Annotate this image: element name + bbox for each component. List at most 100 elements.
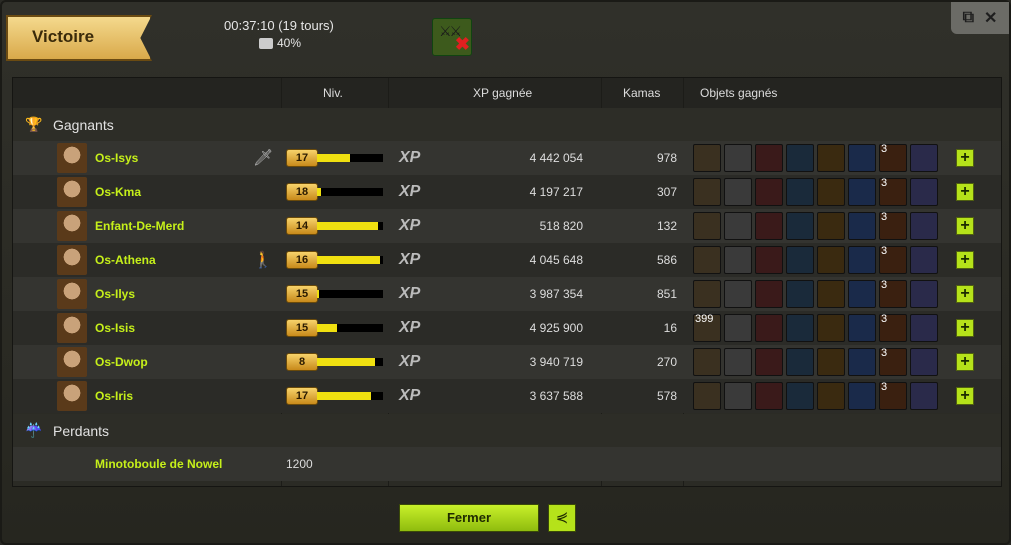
item-quantity: 3 <box>881 245 888 257</box>
chest-item-icon[interactable] <box>848 212 876 240</box>
level-progress-bar <box>317 188 383 196</box>
table-row: Os-Athena 🚶 16 XP 4 045 648 586 3 + <box>13 243 1001 277</box>
berry-item-icon[interactable] <box>755 144 783 172</box>
chest-item-icon[interactable] <box>848 246 876 274</box>
level-badge: 17 <box>286 149 318 167</box>
coin-item-icon[interactable] <box>817 246 845 274</box>
more-items-button[interactable]: + <box>956 217 974 235</box>
more-items-button[interactable]: + <box>956 387 974 405</box>
wand-item-icon[interactable] <box>786 382 814 410</box>
more-items-button[interactable]: + <box>956 319 974 337</box>
hammer-item-icon[interactable] <box>693 178 721 206</box>
feather-item-icon[interactable] <box>724 348 752 376</box>
wand-item-icon[interactable] <box>786 246 814 274</box>
wand-item-icon[interactable] <box>786 178 814 206</box>
gift-item-icon[interactable]: 3 <box>879 177 907 206</box>
more-items-button[interactable]: + <box>956 251 974 269</box>
bag-item-icon[interactable] <box>910 212 938 240</box>
gift-item-icon[interactable]: 3 <box>879 211 907 240</box>
chest-item-icon[interactable] <box>848 314 876 342</box>
more-items-button[interactable]: + <box>956 285 974 303</box>
berry-item-icon[interactable] <box>755 178 783 206</box>
hammer-item-icon[interactable] <box>693 246 721 274</box>
table-row: Os-Isys 🗡 17 XP 4 442 054 978 3 + <box>13 141 1001 175</box>
berry-item-icon[interactable] <box>755 246 783 274</box>
chest-item-icon[interactable] <box>848 382 876 410</box>
player-name[interactable]: Os-Dwop <box>95 355 148 369</box>
feather-item-icon[interactable] <box>724 314 752 342</box>
wand-item-icon[interactable] <box>786 212 814 240</box>
hammer-item-icon[interactable] <box>693 144 721 172</box>
coin-item-icon[interactable] <box>817 212 845 240</box>
item-quantity: 3 <box>881 381 888 393</box>
feather-item-icon[interactable] <box>724 280 752 308</box>
gift-item-icon[interactable]: 3 <box>879 381 907 410</box>
xp-value: 3 987 354 <box>529 287 583 301</box>
feather-item-icon[interactable] <box>724 246 752 274</box>
bag-item-icon[interactable] <box>910 178 938 206</box>
player-name[interactable]: Os-Iris <box>95 389 133 403</box>
wand-item-icon[interactable] <box>786 314 814 342</box>
hammer-item-icon[interactable] <box>693 280 721 308</box>
coin-item-icon[interactable] <box>817 178 845 206</box>
share-button[interactable]: ⋞ <box>548 504 576 532</box>
wand-item-icon[interactable] <box>786 348 814 376</box>
hammer-item-icon[interactable] <box>693 382 721 410</box>
close-icon[interactable]: ✕ <box>984 8 997 28</box>
wand-item-icon[interactable] <box>786 280 814 308</box>
level-progress-fill <box>317 358 376 366</box>
berry-item-icon[interactable] <box>755 348 783 376</box>
bag-item-icon[interactable] <box>910 280 938 308</box>
level-progress-bar <box>317 324 383 332</box>
player-name[interactable]: Os-Isis <box>95 321 135 335</box>
coin-item-icon[interactable] <box>817 314 845 342</box>
berry-item-icon[interactable] <box>755 212 783 240</box>
berry-item-icon[interactable] <box>755 314 783 342</box>
bag-item-icon[interactable] <box>910 382 938 410</box>
level-progress-bar <box>317 222 383 230</box>
kamas-value: 270 <box>656 355 677 369</box>
hammer-item-icon[interactable]: 399 <box>693 313 721 342</box>
berry-item-icon[interactable] <box>755 382 783 410</box>
more-items-button[interactable]: + <box>956 353 974 371</box>
hammer-item-icon[interactable] <box>693 212 721 240</box>
feather-item-icon[interactable] <box>724 178 752 206</box>
gift-item-icon[interactable]: 3 <box>879 143 907 172</box>
gift-item-icon[interactable]: 3 <box>879 245 907 274</box>
bag-item-icon[interactable] <box>910 348 938 376</box>
gift-item-icon[interactable]: 3 <box>879 347 907 376</box>
wand-item-icon[interactable] <box>786 144 814 172</box>
bag-item-icon[interactable] <box>910 144 938 172</box>
bag-item-icon[interactable] <box>910 246 938 274</box>
close-button[interactable]: Fermer <box>399 504 539 532</box>
feather-item-icon[interactable] <box>724 212 752 240</box>
berry-item-icon[interactable] <box>755 280 783 308</box>
fight-summary-icon[interactable]: ⚔⚔ ✖ <box>432 18 472 56</box>
detach-icon[interactable]: ⧉ <box>963 9 974 27</box>
feather-item-icon[interactable] <box>724 144 752 172</box>
player-name[interactable]: Os-Kma <box>95 185 141 199</box>
coin-item-icon[interactable] <box>817 382 845 410</box>
chest-item-icon[interactable] <box>848 178 876 206</box>
player-name[interactable]: Os-Isys <box>95 151 138 165</box>
loser-name[interactable]: Minotoboule de Nowel <box>95 457 222 471</box>
player-name[interactable]: Os-Ilys <box>95 287 135 301</box>
more-items-button[interactable]: + <box>956 183 974 201</box>
avatar <box>57 245 87 275</box>
chest-item-icon[interactable] <box>848 280 876 308</box>
gift-item-icon[interactable]: 3 <box>879 313 907 342</box>
player-name[interactable]: Os-Athena <box>95 253 156 267</box>
level-badge: 8 <box>286 353 318 371</box>
feather-item-icon[interactable] <box>724 382 752 410</box>
more-items-button[interactable]: + <box>956 149 974 167</box>
item-quantity: 399 <box>695 313 714 325</box>
chest-item-icon[interactable] <box>848 348 876 376</box>
bag-item-icon[interactable] <box>910 314 938 342</box>
hammer-item-icon[interactable] <box>693 348 721 376</box>
gift-item-icon[interactable]: 3 <box>879 279 907 308</box>
coin-item-icon[interactable] <box>817 144 845 172</box>
coin-item-icon[interactable] <box>817 348 845 376</box>
player-name[interactable]: Enfant-De-Merd <box>95 219 184 233</box>
chest-item-icon[interactable] <box>848 144 876 172</box>
coin-item-icon[interactable] <box>817 280 845 308</box>
